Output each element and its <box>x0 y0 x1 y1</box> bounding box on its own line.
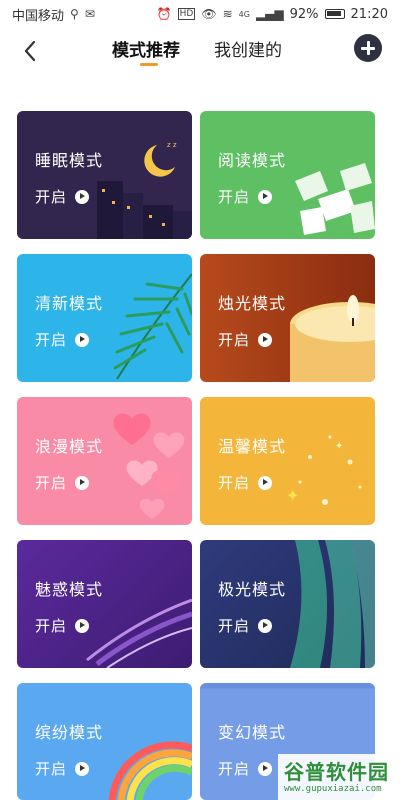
card-title: 阅读模式 <box>218 151 287 170</box>
start-label: 开启 <box>35 331 68 349</box>
card-title: 魅惑模式 <box>35 580 104 599</box>
start-button[interactable]: 开启 <box>218 472 273 493</box>
start-button[interactable]: 开启 <box>35 758 90 779</box>
mode-card-romance[interactable]: 浪漫模式 开启 <box>17 397 192 525</box>
mode-card-sleep[interactable]: z z 睡眠模式 开启 <box>17 111 192 239</box>
aurora-illustration <box>290 540 375 668</box>
watermark-url: www.gupuxiazai.com <box>284 784 382 794</box>
svg-text:✦: ✦ <box>335 441 343 452</box>
start-label: 开启 <box>218 760 251 778</box>
start-button[interactable]: 开启 <box>218 329 273 350</box>
play-icon <box>258 761 273 776</box>
card-title: 极光模式 <box>218 580 287 599</box>
play-icon <box>75 618 90 633</box>
start-label: 开启 <box>218 331 251 349</box>
svg-text:✦: ✦ <box>286 486 299 505</box>
mode-card-fresh[interactable]: 清新模式 开启 <box>17 254 192 382</box>
play-icon <box>75 332 90 347</box>
mode-card-reading[interactable]: 阅读模式 开启 <box>200 111 375 239</box>
start-button[interactable]: 开启 <box>35 329 90 350</box>
mode-card-charm[interactable]: 魅惑模式 开启 <box>17 540 192 668</box>
mode-card-colorful[interactable]: 缤纷模式 开启 <box>17 683 192 800</box>
palm-leaf-illustration <box>113 273 192 380</box>
light-wave-illustration <box>86 598 192 668</box>
site-watermark: 谷普软件园 www.gupuxiazai.com <box>278 754 400 800</box>
mode-card-warm[interactable]: ✦ ✦ 温馨模式 开启 <box>200 397 375 525</box>
play-icon <box>258 475 273 490</box>
mode-card-candle[interactable]: 烛光模式 开启 <box>200 254 375 382</box>
svg-text:z z: z z <box>167 141 177 149</box>
start-label: 开启 <box>218 474 251 492</box>
sparkles-illustration: ✦ ✦ <box>286 435 362 505</box>
card-title: 浪漫模式 <box>35 437 104 456</box>
play-icon <box>75 475 90 490</box>
start-button[interactable]: 开启 <box>35 186 90 207</box>
card-title: 缤纷模式 <box>35 723 104 742</box>
start-label: 开启 <box>218 188 251 206</box>
night-city-illustration: z z <box>97 141 192 239</box>
play-icon <box>258 189 273 204</box>
mode-card-aurora[interactable]: 极光模式 开启 <box>200 540 375 668</box>
play-icon <box>258 332 273 347</box>
card-title: 温馨模式 <box>218 437 287 456</box>
watermark-logo: 谷普软件园 <box>284 760 389 784</box>
play-icon <box>75 761 90 776</box>
card-title: 烛光模式 <box>218 294 287 313</box>
card-title: 变幻模式 <box>218 723 287 742</box>
start-label: 开启 <box>35 760 68 778</box>
start-button[interactable]: 开启 <box>35 472 90 493</box>
hearts-illustration <box>113 413 185 519</box>
start-button[interactable]: 开启 <box>218 758 273 779</box>
card-title: 清新模式 <box>35 294 104 313</box>
play-icon <box>75 189 90 204</box>
start-label: 开启 <box>35 188 68 206</box>
card-title: 睡眠模式 <box>35 151 104 170</box>
start-button[interactable]: 开启 <box>35 615 90 636</box>
flying-books-illustration <box>295 163 375 235</box>
candle-illustration <box>290 295 375 382</box>
mode-card-grid: z z 睡眠模式 开启 阅读模式 开启 清新模式 开启 烛光模式 开启 浪漫模式… <box>0 0 400 800</box>
start-label: 开启 <box>35 617 68 635</box>
start-button[interactable]: 开启 <box>218 186 273 207</box>
start-button[interactable]: 开启 <box>218 615 273 636</box>
start-label: 开启 <box>218 617 251 635</box>
start-label: 开启 <box>35 474 68 492</box>
play-icon <box>258 618 273 633</box>
